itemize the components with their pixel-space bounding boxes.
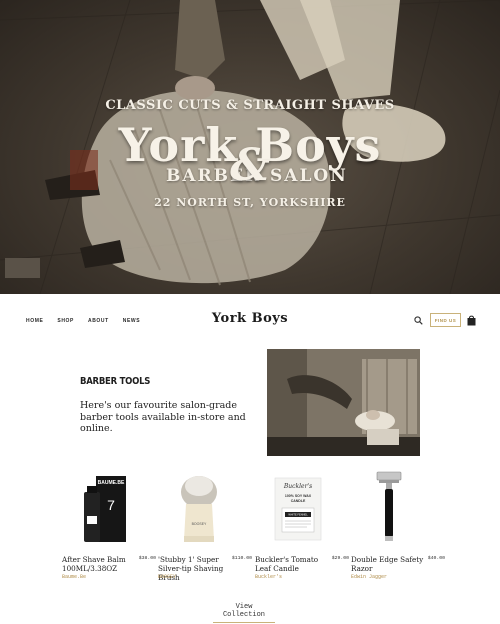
product-vendor[interactable]: Edwin Jagger [351, 574, 387, 580]
product-vendor[interactable]: Baume.Be [62, 574, 86, 580]
candle-sub2: CANDLE [291, 499, 306, 503]
product-name[interactable]: Buckler's Tomato Leaf Candle [255, 555, 329, 574]
hero-logo-block: CLASSIC CUTS & STRAIGHT SHAVES York Boys… [0, 0, 500, 294]
nav-about[interactable]: ABOUT [88, 318, 109, 324]
brush-label: BOOSEY [192, 522, 207, 526]
site-logo[interactable]: York Boys [200, 311, 300, 326]
cart-bag-icon[interactable] [467, 315, 476, 326]
view-collection-link[interactable]: View Collection [213, 603, 275, 623]
product-price: $29.00 [331, 556, 349, 561]
product-name[interactable]: Double Edge Safety Razor [351, 555, 425, 574]
hero-tagline: CLASSIC CUTS & STRAIGHT SHAVES [105, 98, 395, 113]
product-vendor[interactable]: Buckler's [255, 574, 282, 580]
nav-shop[interactable]: SHOP [57, 318, 74, 324]
site-header: HOME SHOP ABOUT NEWS York Boys [0, 294, 500, 348]
main-nav: HOME SHOP ABOUT NEWS [26, 318, 140, 324]
product-price: $40.00 [427, 556, 445, 561]
product-image-aftershave[interactable]: BAUME.BE 7 [62, 470, 154, 548]
find-us-button[interactable]: FIND US [430, 313, 461, 327]
hero-word-salon: SALON [270, 166, 348, 186]
product-image-shaving-brush[interactable]: BOOSEY [158, 470, 250, 548]
product-image-safety-razor[interactable] [351, 470, 443, 548]
barber-at-work-image [267, 349, 420, 456]
box-label: BAUME.BE [98, 480, 125, 486]
product-vendor[interactable]: BOOSEY [158, 574, 176, 580]
nav-home[interactable]: HOME [26, 318, 43, 324]
product-price: $110.00 [231, 556, 252, 561]
search-icon[interactable] [414, 316, 423, 325]
product-name[interactable]: After Shave Balm 100ML/3.38OZ [62, 555, 136, 574]
candle-brand: Buckler's [283, 483, 312, 490]
feature-photo-barber [267, 349, 420, 456]
svg-text:7: 7 [107, 497, 115, 513]
section-description: Here's our favourite salon-grade barber … [80, 400, 246, 434]
hero-banner: CLASSIC CUTS & STRAIGHT SHAVES York Boys… [0, 0, 500, 294]
nav-news[interactable]: NEWS [123, 318, 140, 324]
candle-tag: WHITE FENNEL [288, 513, 308, 517]
product-image-candle[interactable]: Buckler's 100% SOY WAX CANDLE WHITE FENN… [255, 470, 347, 548]
hero-address: 22 NORTH ST, YORKSHIRE [154, 196, 346, 209]
section-title: BARBER TOOLS [80, 376, 151, 387]
candle-sub: 100% SOY WAX [285, 494, 312, 498]
product-price: $38.00 [138, 556, 156, 561]
